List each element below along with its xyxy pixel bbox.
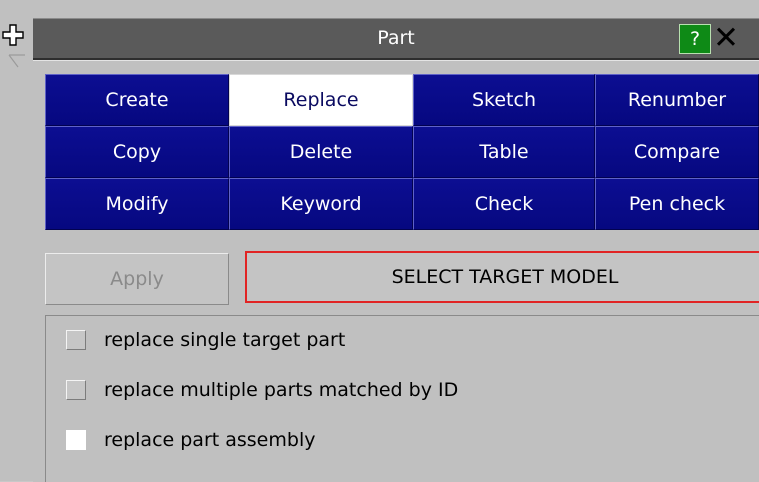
option-multiple-parts[interactable]: replace multiple parts matched by ID bbox=[46, 370, 746, 410]
resize-corner-icon bbox=[8, 54, 25, 68]
option-checkbox[interactable] bbox=[66, 430, 86, 450]
title-bar[interactable]: Part ? ✕ bbox=[33, 18, 759, 60]
main-panel: Create Replace Sketch Renumber Copy Dele… bbox=[33, 60, 759, 482]
option-label: replace multiple parts matched by ID bbox=[104, 379, 459, 401]
tab-replace[interactable]: Replace bbox=[229, 74, 413, 126]
option-part-assembly[interactable]: replace part assembly bbox=[46, 420, 746, 460]
function-tabs: Create Replace Sketch Renumber Copy Dele… bbox=[45, 74, 759, 230]
tab-check[interactable]: Check bbox=[413, 178, 595, 230]
window-title: Part bbox=[377, 27, 415, 49]
part-window: Part ? ✕ Create Replace Sketch Renumber … bbox=[30, 0, 759, 482]
option-single-target[interactable]: replace single target part bbox=[46, 320, 746, 360]
left-strip bbox=[0, 0, 31, 481]
tab-sketch[interactable]: Sketch bbox=[413, 74, 595, 126]
apply-button[interactable]: Apply bbox=[45, 253, 229, 305]
select-target-model-button[interactable]: SELECT TARGET MODEL bbox=[245, 251, 759, 303]
move-arrows-icon[interactable] bbox=[1, 23, 25, 47]
tab-pen-check[interactable]: Pen check bbox=[595, 178, 759, 230]
option-label: replace single target part bbox=[104, 329, 346, 351]
option-checkbox[interactable] bbox=[66, 330, 86, 350]
tab-modify[interactable]: Modify bbox=[45, 178, 229, 230]
tab-compare[interactable]: Compare bbox=[595, 126, 759, 178]
replace-options: replace single target part replace multi… bbox=[45, 315, 759, 482]
tab-table[interactable]: Table bbox=[413, 126, 595, 178]
tab-keyword[interactable]: Keyword bbox=[229, 178, 413, 230]
tab-create[interactable]: Create bbox=[45, 74, 229, 126]
help-icon[interactable]: ? bbox=[679, 24, 711, 54]
close-icon[interactable]: ✕ bbox=[713, 22, 753, 54]
tab-delete[interactable]: Delete bbox=[229, 126, 413, 178]
option-label: replace part assembly bbox=[104, 429, 316, 451]
tab-copy[interactable]: Copy bbox=[45, 126, 229, 178]
tab-renumber[interactable]: Renumber bbox=[595, 74, 759, 126]
option-checkbox[interactable] bbox=[66, 380, 86, 400]
